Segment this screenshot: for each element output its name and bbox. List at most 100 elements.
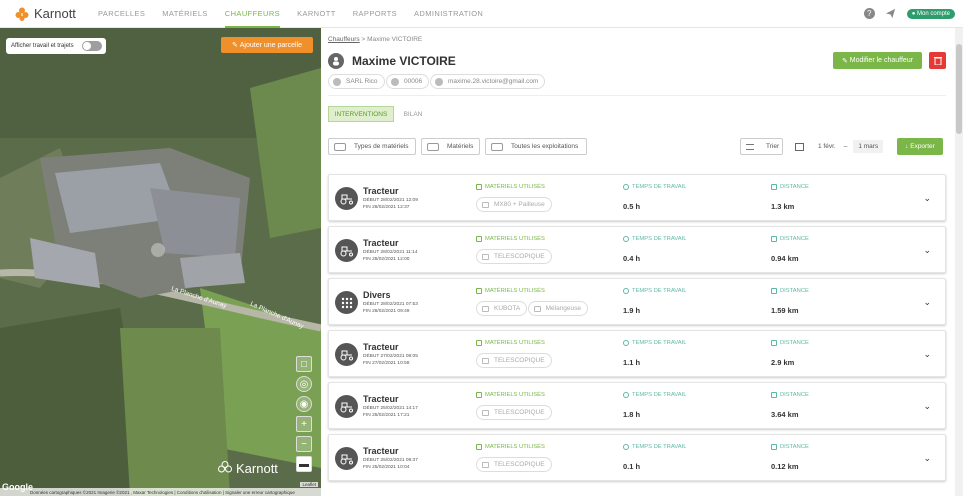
account-button[interactable]: ● Mon compte [906, 8, 955, 19]
fullscreen-icon[interactable]: □ [296, 356, 312, 372]
date-to[interactable]: 1 mars [853, 140, 884, 153]
layers-icon[interactable]: ▬ [296, 456, 312, 472]
distance-text: DISTANCE [780, 444, 809, 450]
breadcrumb-link-chauffeurs[interactable]: Chauffeurs [328, 36, 360, 43]
show-work-toggle[interactable]: Afficher travail et trajets [6, 38, 106, 54]
breadcrumb: Chauffeurs > Maxime VICTOIRE [328, 36, 422, 43]
material-chip[interactable]: TELESCOPIQUE [476, 457, 552, 472]
add-parcel-label: Ajouter une parcelle [239, 41, 303, 49]
material-chip[interactable]: MX80 + Pailleuse [476, 197, 552, 212]
work-time-value: 1.9 h [623, 306, 641, 315]
work-time-label: TEMPS DE TRAVAIL [623, 340, 686, 346]
start-label: DÉBUT [363, 458, 380, 463]
material-chip[interactable]: KUBOTA [476, 301, 528, 316]
start-value: 28/02/2021 12:09 [380, 198, 418, 203]
equipment-icon [482, 409, 489, 416]
materials-used-text: MATÉRIELS UTILISÉS [485, 288, 545, 294]
driver-avatar [328, 53, 344, 69]
map-attribution: Données cartographiques ©2021 Imagerie ©… [0, 488, 321, 496]
modify-driver-button[interactable]: ✎ Modifier le chauffeur [833, 52, 922, 69]
distance-value: 0.12 km [771, 462, 799, 471]
zoom-in-button[interactable]: + [296, 416, 312, 432]
materials-used-text: MATÉRIELS UTILISÉS [485, 392, 545, 398]
start-label: DÉBUT [363, 302, 380, 307]
intervention-title: Tracteur [363, 186, 399, 196]
map-panel[interactable]: Afficher travail et trajets ✎ Ajouter un… [0, 28, 321, 496]
work-time-label: TEMPS DE TRAVAIL [623, 392, 686, 398]
zoom-out-button[interactable]: − [296, 436, 312, 452]
export-button[interactable]: ↓ Exporter [897, 138, 943, 155]
chevron-down-icon[interactable]: ⌄ [923, 193, 931, 204]
end-value: 27/02/2021 10:58 [372, 361, 410, 366]
end-label: FIN [363, 309, 371, 314]
locate-icon[interactable]: ◎ [296, 376, 312, 392]
intervention-card[interactable]: Tracteur DÉBUT 28/02/2021 11:14 FIN 28/0… [328, 226, 946, 273]
end-value: 28/02/2021 09:49 [372, 309, 410, 314]
intervention-card[interactable]: Tracteur DÉBUT 25/02/2021 09:37 FIN 25/0… [328, 434, 946, 481]
driver-detail-panel: Chauffeurs > Maxime VICTOIRE Maxime VICT… [321, 28, 955, 496]
intervention-card[interactable]: Tracteur DÉBUT 25/02/2021 14:17 FIN 25/0… [328, 382, 946, 429]
nav-chauffeurs[interactable]: CHAUFFEURS [224, 0, 281, 28]
nav-materiels[interactable]: MATÉRIELS [162, 0, 208, 28]
tab-interventions[interactable]: INTERVENTIONS [328, 106, 394, 122]
filter-materiels-label: Matériels [447, 143, 474, 150]
app-name: Karnott [34, 6, 76, 21]
driver-name: Maxime VICTOIRE [352, 54, 456, 68]
equipment-icon [476, 236, 482, 242]
work-time-label: TEMPS DE TRAVAIL [623, 288, 686, 294]
notification-icon[interactable] [885, 8, 896, 19]
scrollbar-thumb[interactable] [956, 44, 962, 134]
chevron-down-icon[interactable]: ⌄ [923, 297, 931, 308]
center-icon[interactable]: ◉ [296, 396, 312, 412]
chevron-down-icon[interactable]: ⌄ [923, 245, 931, 256]
chevron-down-icon[interactable]: ⌄ [923, 401, 931, 412]
help-icon[interactable]: ? [863, 8, 875, 19]
end-value: 28/02/2021 12:00 [372, 257, 410, 262]
chevron-down-icon[interactable]: ⌄ [923, 349, 931, 360]
distance-value: 0.94 km [771, 254, 799, 263]
nav-rapports[interactable]: RAPPORTS [353, 0, 397, 28]
filter-types-materiels[interactable]: Types de matériels [328, 138, 416, 155]
material-label: TELESCOPIQUE [494, 461, 545, 468]
tractor-icon [335, 447, 358, 470]
filter-materiels[interactable]: Matériels [421, 138, 480, 155]
distance-label: DISTANCE [771, 184, 809, 190]
equipment-icon [482, 357, 489, 364]
distance-label: DISTANCE [771, 340, 809, 346]
toggle-switch[interactable] [82, 41, 102, 51]
material-label: MX80 + Pailleuse [494, 201, 545, 208]
intervention-end: FIN 25/02/2021 10:04 [363, 465, 409, 470]
nav-administration[interactable]: ADMINISTRATION [414, 0, 483, 28]
material-chip[interactable]: TELESCOPIQUE [476, 249, 552, 264]
tab-bilan[interactable]: BILAN [401, 106, 425, 122]
intervention-card[interactable]: Divers DÉBUT 28/02/2021 07:53 FIN 28/02/… [328, 278, 946, 325]
distance-icon [771, 444, 777, 450]
material-label: Mélangeuse [545, 305, 582, 312]
nav-karnott[interactable]: KARNOTT [297, 0, 336, 28]
sort-button[interactable]: Trier [740, 138, 783, 155]
code-label: 00006 [404, 78, 423, 85]
leaflet-link[interactable]: Leaflet [300, 482, 318, 487]
date-range-picker[interactable]: 1 févr. – 1 mars [790, 138, 892, 155]
material-chip[interactable]: TELESCOPIQUE [476, 405, 552, 420]
material-chip[interactable]: TELESCOPIQUE [476, 353, 552, 368]
delete-driver-button[interactable] [929, 52, 946, 69]
intervention-card[interactable]: Tracteur DÉBUT 28/02/2021 12:09 FIN 28/0… [328, 174, 946, 221]
karnott-logo-icon-white [218, 461, 232, 473]
tractor-icon [335, 187, 358, 210]
date-from[interactable]: 1 févr. [818, 143, 836, 150]
distance-text: DISTANCE [780, 340, 809, 346]
calendar-icon [795, 142, 804, 151]
tractor-icon [335, 239, 358, 262]
work-time-value: 1.8 h [623, 410, 641, 419]
chevron-down-icon[interactable]: ⌄ [923, 453, 931, 464]
material-chip[interactable]: Mélangeuse [527, 301, 589, 316]
scrollbar[interactable] [955, 28, 963, 496]
intervention-card[interactable]: Tracteur DÉBUT 27/02/2021 08:05 FIN 27/0… [328, 330, 946, 377]
add-parcel-button[interactable]: ✎ Ajouter une parcelle [221, 37, 313, 53]
nav-parcelles[interactable]: PARCELLES [98, 0, 145, 28]
trash-icon [933, 57, 942, 65]
karnott-logo[interactable]: Karnott [14, 6, 98, 22]
filter-exploitations[interactable]: Toutes les exploitations [485, 138, 587, 155]
email-chip: maxime.28.victoire@gmail.com [430, 74, 546, 89]
